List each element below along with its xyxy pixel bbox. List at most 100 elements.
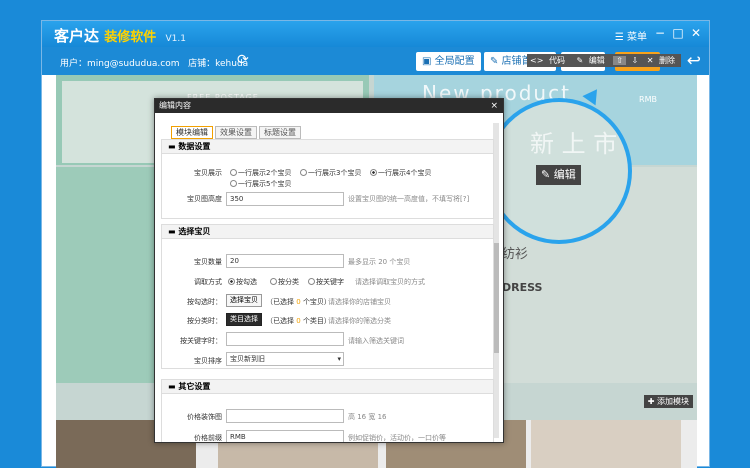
move-down-icon[interactable]: ⇩ [629,56,642,65]
global-config-label: 全局配置 [434,56,475,67]
price-icon-input[interactable] [226,409,344,423]
edit-button[interactable]: ✎ 编辑 [574,56,611,65]
option-label: 一行展示2个宝贝 [238,169,292,177]
keyword-hint: 请输入筛选关键词 [348,337,404,345]
count-number: 0 [296,317,301,325]
user-info: 用户：ming@sududua.com 店铺：kehuda [60,56,248,69]
count-hint: 最多显示 20 个宝贝 [348,258,411,266]
add-module-button[interactable]: ✚ 添加模块 [643,395,693,408]
bubble-bg-text: 新 上 市 [530,130,618,158]
category-hint: 请选择你的筛选分类 [328,317,391,325]
user-email: 用户：ming@sududua.com [60,59,180,69]
count-suffix: 个类目） [302,317,331,325]
section-title: 其它设置 [178,382,211,391]
category-select-button[interactable]: 类目选择 [226,313,262,326]
keyword-input[interactable] [226,332,344,346]
tab-effect-settings[interactable]: 效果设置 [215,126,257,139]
section-title: 数据设置 [178,142,211,151]
section-data-settings: ▬ 数据设置 宝贝展示 一行展示2个宝贝 一行展示3个宝贝 一行展示4个宝贝 一… [161,139,494,219]
display-option-2[interactable]: 一行展示2个宝贝 [230,168,291,178]
tab-title-settings[interactable]: 标题设置 [259,126,301,139]
option-label: 一行展示4个宝贝 [378,169,432,177]
display-option-4[interactable]: 一行展示4个宝贝 [370,168,431,178]
keyword-label: 按关键字时： [180,337,222,345]
check-hint: 请选择你的店铺宝贝 [328,298,391,306]
product-photo[interactable] [531,420,681,468]
maximize-button[interactable]: □ [671,26,685,40]
dialog-tabs: 模块编辑 效果设置 标题设置 [171,120,303,139]
section-header: ▬ 其它设置 [162,380,493,394]
method-keyword[interactable]: 按关键字 [308,277,344,287]
option-label: 一行展示5个宝贝 [238,180,292,188]
count-label: 宝贝数量 [194,258,222,266]
select-items-button[interactable]: 选择宝贝 [226,294,262,307]
title-bar: 客户达 装修软件 V1.1 ☰ 菜单 − □ ✕ [42,21,709,47]
back-icon[interactable]: ↩ [687,51,701,71]
count-prefix: （已选择 [266,298,294,306]
radio-icon [270,278,277,285]
rmb-text: RMB [639,95,657,104]
checked-count: （已选择 0 个宝贝） [266,297,331,307]
price-prefix-hint: 例如促销价，活动价，一口价等 [348,434,446,442]
count-suffix: 个宝贝） [302,298,331,306]
menu-button[interactable]: ☰ 菜单 [615,28,647,43]
logo-main: 客户达 [54,27,100,45]
dialog-close-button[interactable]: × [490,99,498,113]
method-checked[interactable]: 按勾选 [228,277,257,287]
close-button[interactable]: ✕ [689,26,703,40]
count-input[interactable]: 20 [226,254,344,268]
tab-module-edit[interactable]: 模块编辑 [171,126,213,139]
menu-label: 菜单 [627,32,647,43]
refresh-icon[interactable]: ⟳ [237,52,249,68]
section-select-items: ▬ 选择宝贝 宝贝数量 20 最多显示 20 个宝贝 调取方式 按勾选 按分类 … [161,224,494,369]
version-label: V1.1 [165,34,186,44]
display-option-3[interactable]: 一行展示3个宝贝 [300,168,361,178]
app-logo: 客户达 装修软件 V1.1 [54,25,186,46]
option-label: 一行展示3个宝贝 [308,169,362,177]
sort-select[interactable]: 宝贝新到旧 ▾ [226,352,344,366]
display-option-5[interactable]: 一行展示5个宝贝 [230,179,291,189]
radio-selected-icon [228,278,235,285]
height-input[interactable]: 350 [226,192,344,206]
radio-icon [230,180,237,187]
global-config-button[interactable]: ▣ 全局配置 [416,52,481,71]
edit-dialog: 编辑内容 × 模块编辑 效果设置 标题设置 ▬ 数据设置 宝贝展示 一行展示2个宝贝… [154,98,504,443]
method-option-label: 按分类 [278,278,299,286]
module-toolbar: <> 代码 ✎ 编辑 ⇧ ⇩ ✕ 删除 [527,54,682,67]
delete-label: 删除 [659,56,676,65]
radio-icon [308,278,315,285]
section-header: ▬ 选择宝贝 [162,225,493,239]
category-count: （已选择 0 个类目） [266,316,331,326]
add-module-label: 添加模块 [657,397,689,406]
bubble-edit-label: 编辑 [553,168,576,181]
sort-label: 宝贝排序 [194,357,222,365]
section-title: 选择宝贝 [178,227,211,236]
radio-icon [300,169,307,176]
radio-icon [230,169,237,176]
method-label: 调取方式 [194,278,222,286]
method-category[interactable]: 按分类 [270,277,299,287]
minimize-button[interactable]: − [653,26,667,40]
logo-sub: 装修软件 [104,30,157,45]
chevron-down-icon: ▾ [337,355,341,363]
edit-label: 编辑 [588,56,605,65]
zoom-bubble: 新 上 市 ✎ 编辑 [486,98,632,244]
delete-button[interactable]: ✕ 删除 [644,56,681,65]
count-number: 0 [296,298,301,306]
bubble-edit-button[interactable]: ✎ 编辑 [536,165,581,185]
height-label: 宝贝图高度 [187,195,222,203]
category-label: 按分类时： [187,317,222,325]
radio-selected-icon [370,169,377,176]
code-button[interactable]: <> 代码 [527,56,571,65]
section-header: ▬ 数据设置 [162,140,493,154]
display-label: 宝贝展示 [194,169,222,177]
method-option-label: 按关键字 [316,278,344,286]
move-up-icon[interactable]: ⇧ [613,56,626,65]
price-prefix-input[interactable]: RMB [226,430,344,442]
price-icon-hint: 高 16 宽 16 [348,413,387,421]
check-label: 按勾选时： [187,298,222,306]
section-other-settings: ▬ 其它设置 价格装饰图 高 16 宽 16 价格前缀 RMB 例如促销价，活动… [161,379,494,442]
dress-text: DRESS [502,281,543,294]
count-prefix: （已选择 [266,317,294,325]
height-hint: 设置宝贝图的统一高度值，不填写将[?] [348,195,470,203]
